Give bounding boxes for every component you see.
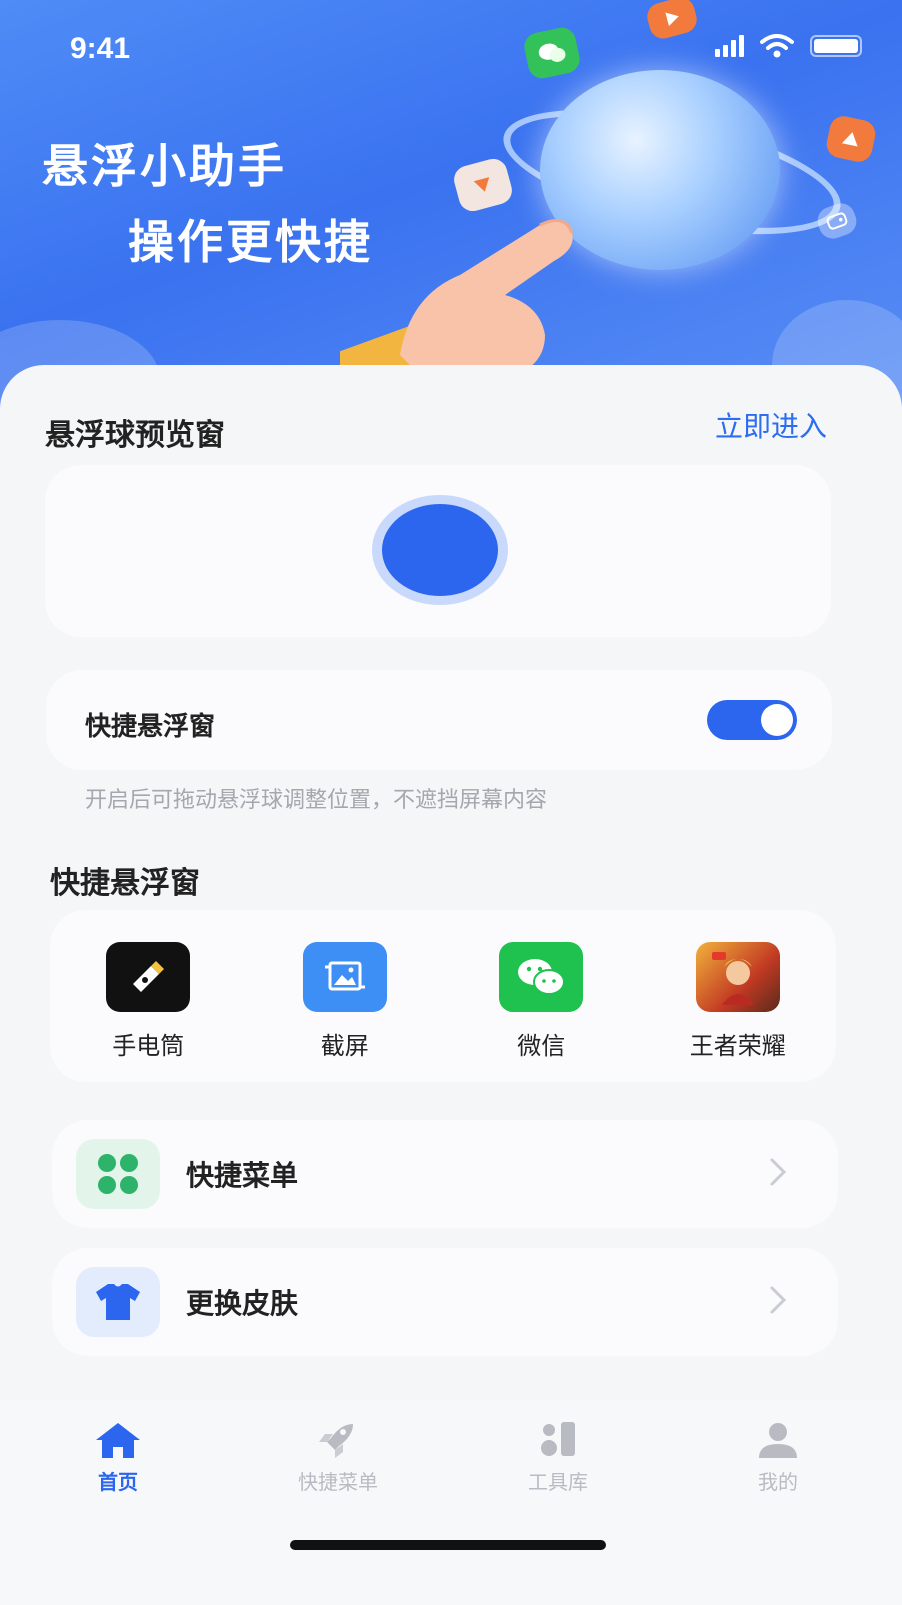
flashlight-icon [106,942,191,1012]
shortcut-app-flashlight[interactable]: 手电筒 [73,942,223,1061]
wifi-icon [760,34,794,58]
shortcuts-section-title: 快捷悬浮窗 [50,866,200,901]
home-indicator[interactable] [290,1540,606,1550]
chevron-right-icon [770,1286,787,1314]
shortcut-app-honor-of-kings[interactable]: 王者荣耀 [663,942,813,1061]
home-icon [96,1423,140,1458]
hero-title-line1: 悬浮小助手 [42,139,287,193]
preview-section-title: 悬浮球预览窗 [45,418,225,453]
wechat-float-icon [521,25,583,81]
status-icons [715,34,862,58]
float-ball [382,504,498,596]
float-ball-preview[interactable] [372,495,508,605]
shortcut-app-label: 截屏 [320,1032,369,1060]
status-time: 9:41 [70,32,131,65]
orange-arrow-float-icon [824,113,878,165]
enter-now-link[interactable]: 立即进入 [715,405,827,445]
shortcut-app-screenshot[interactable]: 截屏 [270,942,420,1061]
shortcut-app-label: 手电筒 [112,1032,185,1060]
tab-tool-library[interactable]: 工具库 [478,1420,638,1495]
tab-label: 工具库 [528,1470,588,1494]
pointing-hand-illustration [340,219,574,385]
hero-banner: 9:41 悬浮小助手 操作更快捷 [0,0,902,420]
battery-icon [810,35,862,57]
menu-row-label: 更换皮肤 [186,1287,299,1320]
cellular-signal-icon [715,35,744,57]
chevron-right-icon [770,1158,787,1186]
tools-icon [541,1422,575,1456]
quick-float-toggle-switch[interactable] [707,700,797,740]
shortcut-app-label: 微信 [517,1032,566,1060]
quick-float-hint: 开启后可拖动悬浮球调整位置，不遮挡屏幕内容 [85,788,548,813]
shortcut-apps-grid: 手电筒 截屏 微信 王者荣耀 [50,910,836,1082]
tab-home[interactable]: 首页 [38,1420,198,1495]
screenshot-icon [302,942,387,1012]
four-leaf-grid-icon [76,1139,160,1209]
menu-row-change-skin[interactable]: 更换皮肤 [52,1248,838,1356]
hero-title-line2: 操作更快捷 [128,215,373,269]
bottom-tab-bar: 首页 快捷菜单 工具库 我的 [0,1400,902,1605]
menu-row-label: 快捷菜单 [186,1159,299,1192]
quick-float-toggle-label: 快捷悬浮窗 [85,712,216,742]
tab-mine[interactable]: 我的 [698,1420,858,1495]
tshirt-icon [76,1267,160,1337]
shortcut-app-label: 王者荣耀 [689,1032,786,1060]
status-bar: 9:41 [0,28,902,68]
rocket-icon [319,1424,353,1458]
tab-label: 快捷菜单 [298,1470,378,1494]
tab-quick-menu[interactable]: 快捷菜单 [258,1420,418,1495]
shortcut-app-wechat[interactable]: 微信 [466,942,616,1061]
wechat-icon [499,942,584,1012]
game-icon [695,942,780,1012]
toggle-knob [761,704,793,736]
user-icon [759,1423,797,1458]
tab-label: 首页 [98,1470,138,1494]
menu-row-quick-menu[interactable]: 快捷菜单 [52,1120,838,1228]
tab-label: 我的 [758,1470,798,1494]
